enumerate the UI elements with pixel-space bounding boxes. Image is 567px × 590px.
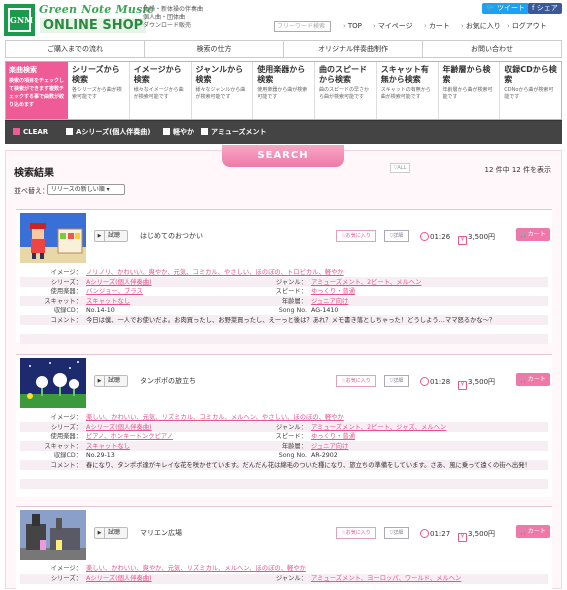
result-item: ▶ 試聴 はじめてのおつかい ☆お気に入り ▽詳細 01:26 ¥3,500円 🛒… [16,209,552,344]
favorite-button[interactable]: ☆お気に入り [336,230,376,242]
song-thumbnail [20,510,86,560]
song-number: AG-1410 [311,307,339,314]
song-title: マリエン広場 [140,529,182,537]
duration: 01:27 [420,529,450,538]
add-to-cart-button[interactable]: 🛒カート [516,228,550,241]
checkbox-icon [66,128,73,135]
song-comment: 春になり、タンポポ達がキレイな花を咲かせています。だんだん花は綿毛のついた種にな… [86,462,531,469]
song-title: タンポポの旅立ち [140,377,196,385]
clock-icon [420,232,429,241]
checkbox-icon [201,128,208,135]
nav-purchase-flow[interactable]: ご購入までの流れ [6,41,145,57]
nav-logout[interactable]: › ログアウト [507,21,547,32]
site-logo[interactable]: GNM [4,4,35,36]
instrument-links[interactable]: ピアノ、ホンキートンクピアノ [86,432,173,442]
cd-number: No.29-13 [86,452,115,459]
song-comment: 今日は僕、一人でお使いだよ。お肉買ったし、お野菜買ったし、えーっと後は？あれ？メ… [86,317,496,324]
expand-all-button[interactable]: ▽ALL [390,163,410,173]
tweet-button[interactable]: 🐦 ツイート [482,3,529,14]
trial-play-button[interactable]: ▶ 試聴 [94,375,128,387]
category-scat[interactable]: スキャット有無から検索 スキャットの有無から曲が検索可能です [376,62,439,119]
song-number: AR-2902 [311,452,338,459]
result-item: ▶ 試聴 マリエン広場 ☆お気に入り ▽詳細 01:27 ¥3,500円 🛒カート… [16,506,552,590]
nav-search-howto[interactable]: 検索の仕方 [145,41,284,57]
checkbox-icon [13,128,20,135]
price: ¥3,500円 [458,232,495,245]
image-tags[interactable]: 楽しい、かわいい、爽やか、元気、リズミカル、メルヘン、ほのぼの、軽やか [86,564,306,574]
nav-favorites[interactable]: › お気に入り [461,21,501,32]
checkbox-icon [163,128,170,135]
nav-contact[interactable]: お問い合わせ [423,41,561,57]
results-title: 検索結果 [14,168,54,179]
clock-icon [420,529,429,538]
duration: 01:28 [420,377,450,386]
freeword-search-input[interactable]: フリーワード検索 [274,21,331,32]
favorite-button[interactable]: ☆お気に入り [336,527,376,539]
filter-chip-light[interactable]: 軽やか [163,127,194,138]
favorite-button[interactable]: ☆お気に入り [336,375,376,387]
sort-select[interactable]: リリースの新しい順 ▾ [47,184,125,195]
category-speed[interactable]: 曲のスピードから検索 曲のスピードの早さから曲が検索可能です [315,62,377,119]
active-filters-bar: CLEAR Aシリーズ(個人伴奏曲) 軽やか アミューズメント [5,120,562,144]
instrument-links[interactable]: バンジョー、ブラス [86,287,143,297]
add-to-cart-button[interactable]: 🛒カート [516,373,550,386]
add-to-cart-button[interactable]: 🛒カート [516,525,550,538]
yen-icon: ¥ [458,236,467,245]
filter-chip-amusement[interactable]: アミューズメント [201,127,267,138]
genre-links[interactable]: アミューズメント、ヨーロッパ、ワールド、メルヘン [311,574,461,584]
detail-button[interactable]: ▽詳細 [384,230,409,242]
cd-number: No.14-10 [86,307,115,314]
brand-name: Green Note Music [39,3,154,16]
song-title: はじめてのおつかい [140,232,203,240]
play-icon: ▶ [95,528,105,538]
nav-cart[interactable]: › カート [424,21,450,32]
series-link[interactable]: Aシリーズ(個人伴奏曲) [86,574,152,584]
category-image[interactable]: イメージから検索 様々なイメージから曲が検索可能です [129,62,192,119]
sort-label: 並べ替え： [14,187,49,195]
site-header: GNM Green Note Music ONLINE SHOP 体操・新体操の… [0,0,567,38]
search-results-panel: 検索結果 ▽ALL 12 件中 12 件を表示 並べ替え： リリースの新しい順 … [5,150,562,590]
main-navigation: ご購入までの流れ 検索の仕方 オリジナル伴奏曲制作 お問い合わせ [5,40,562,58]
trial-play-button[interactable]: ▶ 試聴 [94,230,128,242]
price: ¥3,500円 [458,377,495,390]
brand-taglines: 体操・新体操の伴奏曲 個人曲・団体曲 ダウンロード販売 [143,6,204,29]
image-tags[interactable]: ノリノリ、かわいい、爽やか、元気、コミカル、やさしい、ほのぼの、トロピカル、軽や… [86,268,344,278]
filter-chip-series[interactable]: Aシリーズ(個人伴奏曲) [66,127,150,138]
clock-icon [420,377,429,386]
yen-icon: ¥ [458,533,467,542]
category-intro: 楽曲検索 検索の項目をチェックして検索ができます複数チェックする事で曲数が絞り込め… [6,62,68,119]
category-search-bar: 楽曲検索 検索の項目をチェックして検索ができます複数チェックする事で曲数が絞り込め… [5,61,562,120]
nav-top[interactable]: › TOP [343,21,362,32]
result-item: ▶ 試聴 タンポポの旅立ち ☆お気に入り ▽詳細 01:28 ¥3,500円 🛒カ… [16,354,552,497]
song-meta: イメージ： 楽しい、かわいい、爽やか、元気、リズミカル、メルヘン、ほのぼの、軽やか… [20,564,548,590]
speed-link[interactable]: ゆっくり・普通 [311,432,355,442]
nav-original-production[interactable]: オリジナル伴奏曲制作 [284,41,423,57]
yen-icon: ¥ [458,381,467,390]
song-meta: イメージ： 楽しい、かわいい、元気、リズミカル、コミカル、メルヘン、やさしい、ほの… [20,413,548,493]
nav-mypage[interactable]: › マイページ [373,21,413,32]
results-count: 12 件中 12 件を表示 [484,166,552,174]
clear-filters-button[interactable]: CLEAR [13,127,48,138]
song-meta: イメージ： ノリノリ、かわいい、爽やか、元気、コミカル、やさしい、ほのぼの、トロピ… [20,268,548,344]
category-series[interactable]: シリーズから検索 各シリーズから曲が検索可能です [68,62,130,119]
song-thumbnail [20,213,86,263]
play-icon: ▶ [95,231,105,241]
song-thumbnail [20,358,86,408]
trial-play-button[interactable]: ▶ 試聴 [94,527,128,539]
facebook-share-button[interactable]: f シェア [528,3,562,14]
price: ¥3,500円 [458,529,495,542]
play-icon: ▶ [95,376,105,386]
duration: 01:26 [420,232,450,241]
category-instrument[interactable]: 使用楽器から検索 使用楽器から曲が検索可能です [253,62,315,119]
search-button[interactable]: SEARCH [222,145,344,167]
detail-button[interactable]: ▽詳細 [384,375,409,387]
category-age[interactable]: 年齢層から検索 年齢層から曲が検索可能です [438,62,501,119]
detail-button[interactable]: ▽詳細 [384,527,409,539]
category-cd[interactable]: 収録CDから検索 CDNoから曲が検索可能です [500,62,561,119]
category-genre[interactable]: ジャンルから検索 様々なジャンルから曲が検索可能です [191,62,254,119]
image-tags[interactable]: 楽しい、かわいい、元気、リズミカル、コミカル、メルヘン、やさしい、ほのぼの、軽や… [86,413,344,423]
brand-subtitle: ONLINE SHOP [40,18,147,33]
speed-link[interactable]: ゆっくり・普通 [311,287,355,297]
